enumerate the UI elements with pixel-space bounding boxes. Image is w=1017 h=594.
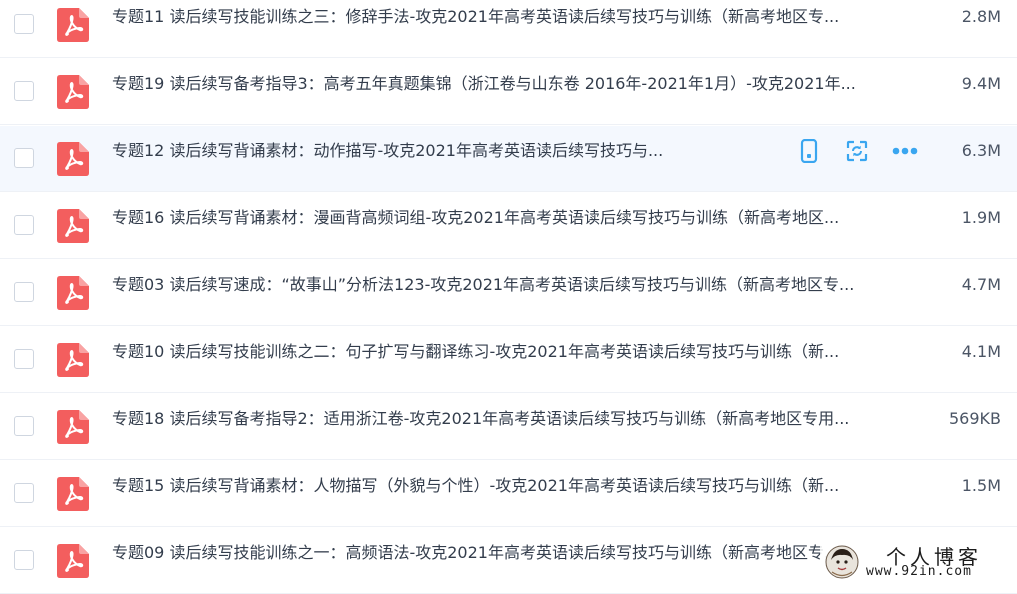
- file-row[interactable]: 专题03 读后续写速成：“故事山”分析法123-攻克2021年高考英语读后续写技…: [0, 260, 1017, 326]
- file-size: 6.3M: [961, 141, 1001, 160]
- pdf-icon: [57, 477, 89, 511]
- pdf-icon: [57, 343, 89, 377]
- file-name[interactable]: 专题15 读后续写背诵素材：人物描写（外貌与个性）-攻克2021年高考英语读后续…: [112, 473, 839, 499]
- file-name[interactable]: 专题11 读后续写技能训练之三：修辞手法-攻克2021年高考英语读后续写技巧与训…: [112, 4, 839, 30]
- row-checkbox[interactable]: [14, 14, 34, 34]
- watermark-avatar: [824, 544, 860, 580]
- file-row[interactable]: 专题12 读后续写背诵素材：动作描写-攻克2021年高考英语读后续写技巧与...…: [0, 126, 1017, 192]
- pdf-icon: [57, 75, 89, 109]
- file-list: 专题11 读后续写技能训练之三：修辞手法-攻克2021年高考英语读后续写技巧与训…: [0, 0, 1017, 594]
- pdf-icon: [57, 8, 89, 42]
- row-checkbox[interactable]: [14, 148, 34, 168]
- file-size: 9.4M: [961, 74, 1001, 93]
- row-checkbox[interactable]: [14, 349, 34, 369]
- file-row[interactable]: 专题16 读后续写背诵素材：漫画背高频词组-攻克2021年高考英语读后续写技巧与…: [0, 193, 1017, 259]
- file-row[interactable]: 专题11 读后续写技能训练之三：修辞手法-攻克2021年高考英语读后续写技巧与训…: [0, 0, 1017, 58]
- watermark-url: www.92in.com: [866, 564, 972, 579]
- file-size: 4.7M: [961, 275, 1001, 294]
- file-name[interactable]: 专题19 读后续写备考指导3：高考五年真题集锦（浙江卷与山东卷 2016年-20…: [112, 71, 856, 97]
- phone-icon[interactable]: [796, 138, 822, 164]
- watermark: 个人博客 www.92in.com: [820, 540, 1017, 583]
- file-size: 1.5M: [961, 476, 1001, 495]
- file-size: 2.8M: [961, 7, 1001, 26]
- file-size: 1.9M: [961, 208, 1001, 227]
- pdf-icon: [57, 544, 89, 578]
- pdf-icon: [57, 209, 89, 243]
- file-name[interactable]: 专题16 读后续写背诵素材：漫画背高频词组-攻克2021年高考英语读后续写技巧与…: [112, 205, 839, 231]
- file-size: 569KB: [948, 409, 1001, 428]
- row-checkbox[interactable]: [14, 215, 34, 235]
- file-row[interactable]: 专题19 读后续写备考指导3：高考五年真题集锦（浙江卷与山东卷 2016年-20…: [0, 59, 1017, 125]
- row-checkbox[interactable]: [14, 483, 34, 503]
- file-name[interactable]: 专题18 读后续写备考指导2：适用浙江卷-攻克2021年高考英语读后续写技巧与训…: [112, 406, 849, 432]
- file-row[interactable]: 专题10 读后续写技能训练之二：句子扩写与翻译练习-攻克2021年高考英语读后续…: [0, 327, 1017, 393]
- row-checkbox[interactable]: [14, 282, 34, 302]
- pdf-icon: [57, 410, 89, 444]
- share-icon[interactable]: [844, 138, 870, 164]
- file-size: 4.1M: [961, 342, 1001, 361]
- more-icon[interactable]: [892, 138, 918, 164]
- file-row[interactable]: 专题18 读后续写备考指导2：适用浙江卷-攻克2021年高考英语读后续写技巧与训…: [0, 394, 1017, 460]
- pdf-icon: [57, 142, 89, 176]
- row-checkbox[interactable]: [14, 550, 34, 570]
- row-checkbox[interactable]: [14, 416, 34, 436]
- row-checkbox[interactable]: [14, 81, 34, 101]
- file-name[interactable]: 专题12 读后续写背诵素材：动作描写-攻克2021年高考英语读后续写技巧与...: [112, 138, 663, 164]
- file-name[interactable]: 专题10 读后续写技能训练之二：句子扩写与翻译练习-攻克2021年高考英语读后续…: [112, 339, 839, 365]
- file-name[interactable]: 专题09 读后续写技能训练之一：高频语法-攻克2021年高考英语读后续写技巧与训…: [112, 540, 839, 566]
- file-row[interactable]: 专题15 读后续写背诵素材：人物描写（外貌与个性）-攻克2021年高考英语读后续…: [0, 461, 1017, 527]
- pdf-icon: [57, 276, 89, 310]
- row-actions: [796, 138, 918, 164]
- file-name[interactable]: 专题03 读后续写速成：“故事山”分析法123-攻克2021年高考英语读后续写技…: [112, 272, 854, 298]
